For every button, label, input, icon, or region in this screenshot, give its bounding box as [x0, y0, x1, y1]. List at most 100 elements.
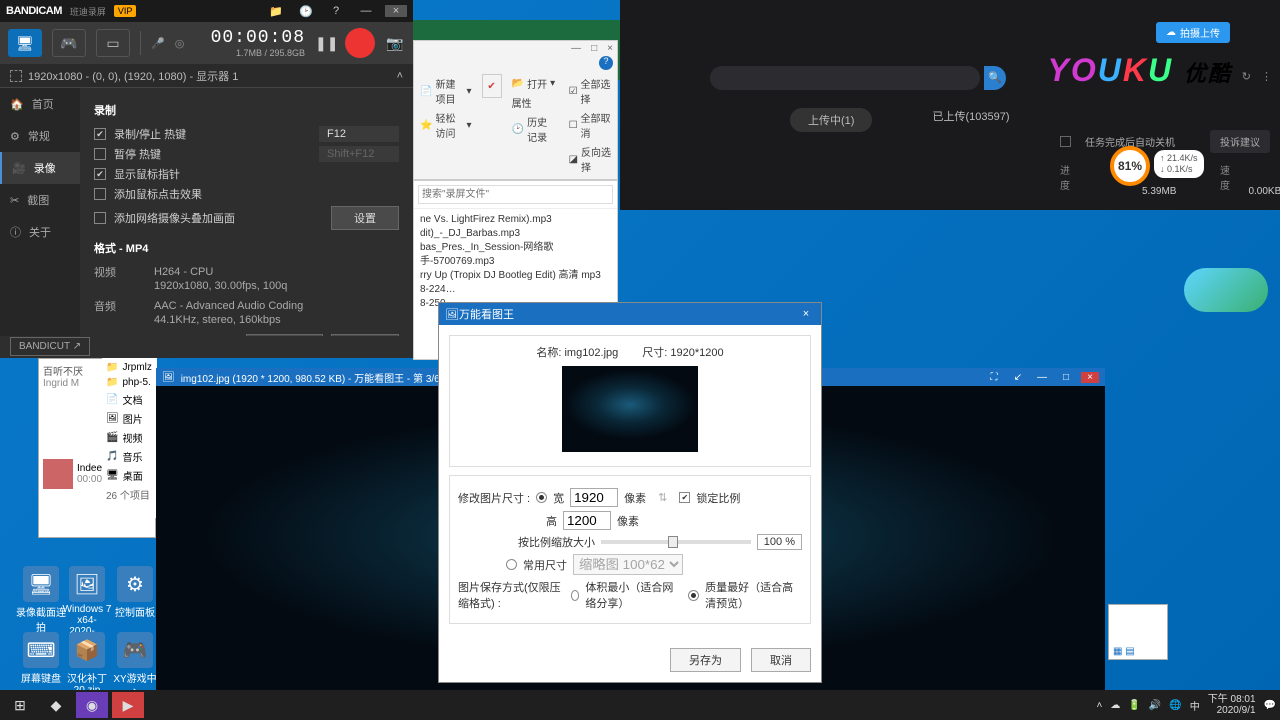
file-item[interactable]: dit)_-_DJ_Barbas.mp3 [420, 227, 611, 241]
checkbox[interactable]: ✔ [94, 128, 106, 140]
screenshot-button[interactable]: 📷 [385, 35, 405, 52]
close-icon[interactable]: × [797, 308, 815, 320]
youku-panel: ☁拍摄上传 YOUKU 优酷 ↻⋮ 🔍 上传中(1) 已上传(103597) 任… [620, 0, 1280, 210]
feedback-button[interactable]: 投诉建议 [1210, 130, 1270, 153]
resize-dialog: 🖼 万能看图王 × 名称: img102.jpg 尺寸: 1920*1200 修… [438, 302, 822, 683]
side-shot[interactable]: ✂截图 [0, 184, 80, 216]
tray-icon[interactable]: 🔊 [1149, 700, 1161, 711]
tab-done[interactable]: 已上传(103597) [932, 108, 1009, 132]
side-general[interactable]: ⚙常规 [0, 120, 80, 152]
min-icon[interactable]: — [355, 5, 377, 17]
dialog-title: 万能看图王 [459, 306, 514, 322]
checkbox[interactable]: ✔ [94, 168, 106, 180]
radio-custom[interactable] [536, 492, 547, 503]
mini-window: ▦ ▤ [1108, 604, 1168, 660]
side-about[interactable]: ⓘ关于 [0, 216, 80, 248]
cancel-button[interactable]: 取消 [751, 648, 811, 672]
search-icon[interactable]: 🔍 [984, 66, 1006, 90]
progress-badge: 81% [1110, 146, 1150, 186]
search-input[interactable] [418, 185, 613, 204]
lock-ratio-checkbox[interactable]: ✔ [679, 492, 690, 503]
desktop-icon[interactable]: 🖥录像截面连拍 [16, 566, 66, 634]
timer: 00:00:08 [211, 28, 305, 48]
folder-icon[interactable]: 📁 [265, 5, 287, 18]
bandicam-sidebar: 🏠首页 ⚙常规 🎥录像 ✂截图 ⓘ关于 [0, 88, 80, 336]
desktop-icon[interactable]: ⚙控制面板 [110, 566, 160, 619]
mic-icon[interactable]: 🎤 [151, 37, 165, 50]
save-as-button[interactable]: 另存为 [670, 648, 741, 672]
upload-button[interactable]: ☁拍摄上传 [1156, 22, 1230, 43]
scale-slider[interactable] [601, 540, 751, 544]
desktop-icon[interactable]: 📦汉化补丁 20.zip [62, 632, 112, 696]
app-icon: 🖼 [162, 372, 175, 383]
task-app[interactable]: ◉ [76, 692, 108, 718]
tray-icon[interactable]: ˄ [1097, 700, 1103, 711]
restore-icon[interactable]: ↙ [1009, 372, 1027, 383]
start-button[interactable]: ⊞ [4, 692, 36, 718]
radio-best[interactable] [688, 590, 699, 601]
max-icon[interactable]: □ [1057, 372, 1075, 383]
side-record[interactable]: 🎥录像 [0, 152, 80, 184]
dialog-icon: 🖼 [445, 308, 459, 321]
mode-device[interactable]: ▭ [96, 29, 130, 57]
file-item[interactable]: bas_Pres._In_Session-网络歌手-5700769.mp3 [420, 241, 611, 269]
vip-badge: VIP [114, 5, 137, 17]
file-item[interactable]: ne Vs. LightFirez Remix).mp3 [420, 213, 611, 227]
radio-small[interactable] [571, 590, 580, 601]
min-icon[interactable]: — [1033, 372, 1051, 383]
tray-icon[interactable]: ☁ [1110, 700, 1120, 711]
fullscreen-icon[interactable]: ⛶ [985, 372, 1003, 383]
taskbar: ⊞ ◆ ◉ ▶ ˄ ☁ 🔋 🔊 🌐 中 下午 08:012020/9/1 💬 [0, 690, 1280, 720]
task-app[interactable]: ▶ [112, 692, 144, 718]
preset-button[interactable]: 预设 ▾ [246, 334, 323, 336]
desktop-icon[interactable]: 🖼Windows 7 x64-2020-… [62, 566, 112, 637]
bandicam-window: BANDICAM 班迪录屏 VIP 📁 🕑 ? — × 🖥 🎮 ▭ 🎤 ◎ 00… [0, 0, 413, 358]
hotkey-field[interactable]: F12 [319, 126, 399, 142]
bandicut-link[interactable]: BANDICUT ↗ [10, 337, 90, 356]
search-bar[interactable] [710, 66, 980, 90]
height-input[interactable] [563, 511, 611, 530]
thumbnail [562, 366, 698, 452]
clock-icon[interactable]: 🕑 [295, 5, 317, 18]
record-button[interactable] [345, 28, 375, 58]
pause-button[interactable]: ❚❚ [315, 35, 335, 52]
mode-screen[interactable]: 🖥 [8, 29, 42, 57]
net-speed: ↑ 21.4K/s ↓ 0.1K/s [1154, 150, 1204, 178]
tray-icon[interactable]: 🌐 [1169, 700, 1181, 711]
close-icon[interactable]: × [607, 43, 613, 54]
bandicam-logo: BANDICAM [6, 5, 62, 17]
close-icon[interactable]: × [385, 5, 407, 17]
desktop-icon[interactable]: ⌨屏幕键盘 [16, 632, 66, 685]
system-tray[interactable]: ˄ ☁ 🔋 🔊 🌐 中 下午 08:012020/9/1 💬 [1097, 694, 1276, 716]
resolution-bar[interactable]: 1920x1080 - (0, 0), (1920, 1080) - 显示器 1… [0, 64, 413, 88]
min-icon[interactable]: — [571, 43, 581, 54]
youku-logo: YOUKU 优酷 [1048, 52, 1232, 89]
task-app[interactable]: ◆ [40, 692, 72, 718]
help-icon[interactable]: ? [325, 5, 347, 17]
settings-button[interactable]: 设置 [331, 334, 399, 336]
file-item[interactable]: rry Up (Tropix DJ Bootleg Edit) 高清 mp3 [420, 269, 611, 283]
window-title: img102.jpg (1920 * 1200, 980.52 KB) - 万能… [181, 370, 476, 385]
notifications-icon[interactable]: 💬 [1264, 700, 1276, 711]
width-input[interactable] [570, 488, 618, 507]
checkbox[interactable] [94, 188, 106, 200]
radio-preset[interactable] [506, 559, 517, 570]
clock[interactable]: 下午 08:012020/9/1 [1208, 694, 1256, 716]
tray-icon[interactable]: 🔋 [1128, 700, 1140, 711]
settings-button[interactable]: 设置 [331, 206, 399, 230]
close-icon[interactable]: × [1081, 372, 1099, 383]
checkbox[interactable] [94, 148, 106, 160]
file-item[interactable]: 8-224… [420, 283, 611, 297]
mode-game[interactable]: 🎮 [52, 29, 86, 57]
preset-select[interactable]: 缩略图 100*62 [573, 554, 683, 575]
webcam-icon[interactable]: ◎ [175, 37, 185, 50]
max-icon[interactable]: □ [591, 43, 597, 54]
excel-ribbon: —□× ? 📄新建项目▾ ⭐轻松访问▾ ✔ 📂打开▾ 属性 🕑历史记录 ☑全部选… [413, 40, 618, 180]
tab-uploading[interactable]: 上传中(1) [790, 108, 872, 132]
checkbox[interactable] [94, 212, 106, 224]
side-home[interactable]: 🏠首页 [0, 88, 80, 120]
filesize: 1.7MB / 295.8GB [211, 48, 305, 58]
mascot [1184, 268, 1268, 312]
file-categories: 📁Jrpmlz 📁php-5. 📄文档 🖼图片 🎬视频 🎵音乐 🖥桌面 26 个… [102, 358, 157, 518]
tray-icon[interactable]: 中 [1190, 698, 1200, 713]
